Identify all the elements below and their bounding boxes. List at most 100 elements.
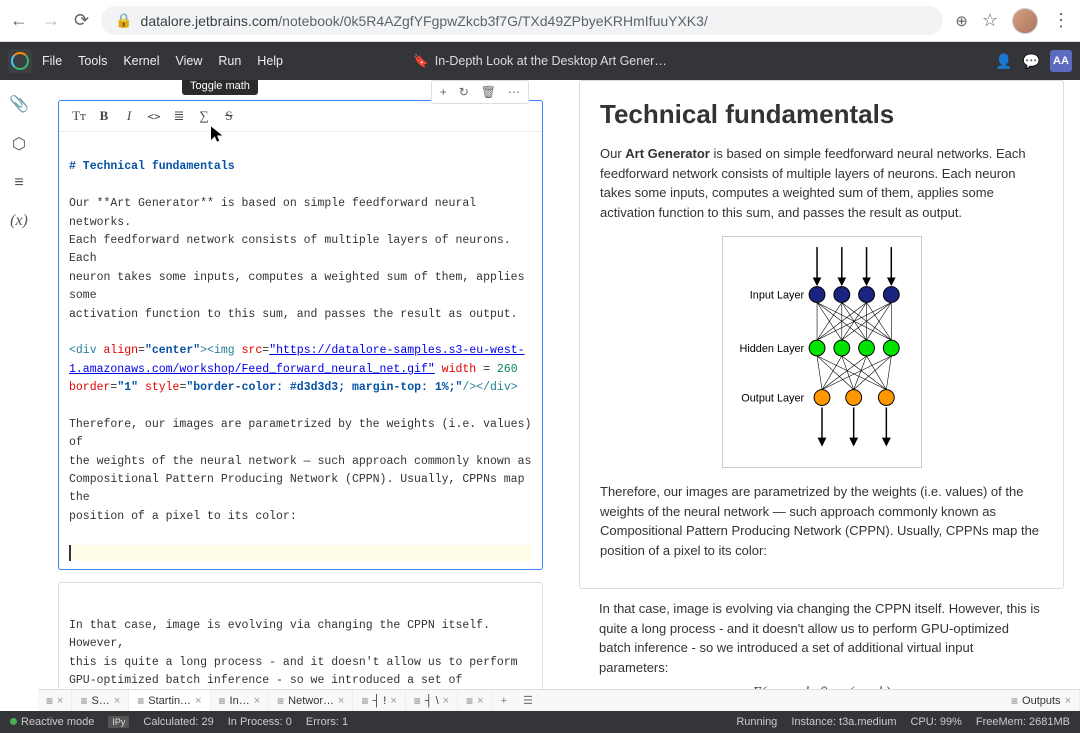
datalore-logo[interactable] bbox=[8, 49, 32, 73]
outline-icon[interactable]: ≡ bbox=[14, 174, 23, 192]
search-icon[interactable]: ⊕ bbox=[955, 12, 968, 30]
tab-icon: ≡ bbox=[466, 694, 473, 708]
md-paragraph: Our **Art Generator** is based on simple… bbox=[69, 197, 531, 320]
instance-status[interactable]: Instance: t3a.medium bbox=[791, 716, 896, 728]
run-cell-button[interactable]: ↻ bbox=[455, 83, 473, 101]
menu-help[interactable]: Help bbox=[257, 54, 283, 68]
close-icon[interactable]: × bbox=[195, 695, 201, 707]
mem-status: FreeMem: 2681MB bbox=[976, 716, 1070, 728]
browser-menu-icon[interactable]: ⋮ bbox=[1052, 10, 1070, 31]
html-val: "1" bbox=[117, 381, 138, 394]
format-toolbar: Tт B I <> ≣ ∑ S bbox=[59, 101, 542, 132]
variables-icon[interactable]: (x) bbox=[10, 212, 28, 230]
preview-paragraph: Our Art Generator is based on simple fee… bbox=[600, 144, 1043, 222]
menu-run[interactable]: Run bbox=[218, 54, 241, 68]
cpu-status: CPU: 99% bbox=[910, 716, 961, 728]
tab-icon: ≡ bbox=[361, 694, 368, 708]
tab-item[interactable]: ≡Networ…× bbox=[269, 690, 353, 711]
tab-icon: ≡ bbox=[219, 694, 226, 708]
md-paragraph: In that case, image is evolving via chan… bbox=[69, 619, 518, 691]
menu-kernel[interactable]: Kernel bbox=[123, 54, 159, 68]
reactive-mode-status[interactable]: Reactive mode bbox=[10, 716, 94, 728]
address-bar[interactable]: 🔒 datalore.jetbrains.com/notebook/0k5R4A… bbox=[101, 6, 943, 35]
add-cell-button[interactable]: + bbox=[436, 83, 451, 101]
menu-view[interactable]: View bbox=[175, 54, 202, 68]
preview-pane: Technical fundamentals Our Art Generator… bbox=[559, 80, 1080, 691]
html-attr: align bbox=[104, 344, 139, 357]
svg-text:Output Layer: Output Layer bbox=[741, 393, 804, 405]
html-num: 260 bbox=[497, 363, 518, 376]
tab-icon: ≡ bbox=[80, 694, 87, 708]
close-icon[interactable]: × bbox=[390, 695, 396, 707]
package-icon[interactable]: ⬡ bbox=[12, 134, 26, 154]
close-icon[interactable]: × bbox=[477, 695, 483, 707]
running-status: Running bbox=[736, 716, 777, 728]
app-menubar: File Tools Kernel View Run Help 🔖 In-Dep… bbox=[0, 42, 1080, 80]
more-actions-button[interactable]: ⋯ bbox=[504, 83, 524, 101]
star-icon[interactable]: ☆ bbox=[982, 10, 998, 31]
tab-item[interactable]: ≡In…× bbox=[211, 690, 270, 711]
neural-network-figure: Input Layer Hidden Layer bbox=[722, 236, 922, 468]
tab-item[interactable]: ≡S…× bbox=[72, 690, 129, 711]
preview-paragraph: Therefore, our images are parametrized b… bbox=[600, 482, 1043, 560]
add-tab-button[interactable]: + bbox=[493, 695, 515, 707]
attachments-icon[interactable]: 📎 bbox=[9, 94, 29, 114]
html-tag: <div bbox=[69, 344, 104, 357]
close-icon[interactable]: × bbox=[443, 695, 449, 707]
editor-pane: Toggle math + ↻ 🗑 ⋯ Tт B I <> ≣ ∑ S # T bbox=[38, 80, 559, 691]
html-val: "border-color: #d3d3d3; margin-top: 1%;" bbox=[186, 381, 462, 394]
math-button[interactable]: ∑ bbox=[192, 105, 216, 127]
text-type-button[interactable]: Tт bbox=[67, 105, 91, 127]
list-button[interactable]: ≣ bbox=[167, 105, 191, 127]
comment-icon[interactable]: 💬 bbox=[1023, 53, 1040, 70]
user-avatar[interactable]: AA bbox=[1050, 50, 1072, 72]
italic-button[interactable]: I bbox=[117, 105, 141, 127]
show-all-tabs-button[interactable]: ☰ bbox=[515, 694, 541, 707]
tab-item[interactable]: ≡┤ !× bbox=[353, 690, 405, 711]
outputs-tab[interactable]: ≡Outputs× bbox=[1003, 690, 1080, 711]
forward-icon[interactable]: → bbox=[42, 10, 60, 31]
document-title[interactable]: In-Depth Look at the Desktop Art Gener… bbox=[435, 54, 667, 68]
menu-file[interactable]: File bbox=[42, 54, 62, 68]
rendered-cell: Technical fundamentals Our Art Generator… bbox=[579, 80, 1064, 589]
tab-item[interactable]: ≡× bbox=[38, 690, 72, 711]
url-domain: datalore.jetbrains.com bbox=[141, 13, 279, 29]
tab-item[interactable]: ≡┤ \× bbox=[406, 690, 458, 711]
close-icon[interactable]: × bbox=[57, 695, 63, 707]
markdown-cell-active[interactable]: Tт B I <> ≣ ∑ S # Technical fundamentals… bbox=[58, 100, 543, 570]
close-icon[interactable]: × bbox=[254, 695, 260, 707]
html-attr: src bbox=[242, 344, 263, 357]
status-bar: Reactive mode IPy Calculated: 29 In Proc… bbox=[0, 711, 1080, 733]
toggle-math-tooltip: Toggle math bbox=[182, 80, 258, 95]
close-icon[interactable]: × bbox=[114, 695, 120, 707]
lock-icon: 🔒 bbox=[115, 12, 132, 29]
caret-line bbox=[69, 545, 532, 561]
strike-button[interactable]: S bbox=[217, 105, 241, 127]
bookmark-icon[interactable]: 🔖 bbox=[413, 54, 429, 69]
tab-item[interactable]: ≡Startin…× bbox=[129, 690, 210, 711]
delete-cell-button[interactable]: 🗑 bbox=[477, 83, 500, 101]
reload-icon[interactable]: ⟳ bbox=[74, 10, 89, 31]
back-icon[interactable]: ← bbox=[10, 10, 28, 31]
svg-text:Input Layer: Input Layer bbox=[749, 290, 804, 302]
md-paragraph: Therefore, our images are parametrized b… bbox=[69, 418, 538, 523]
bold-button[interactable]: B bbox=[92, 105, 116, 127]
code-button[interactable]: <> bbox=[142, 105, 166, 127]
tab-icon: ≡ bbox=[277, 694, 284, 708]
preview-heading: Technical fundamentals bbox=[600, 99, 1043, 130]
markdown-cell[interactable]: In that case, image is evolving via chan… bbox=[58, 582, 543, 691]
left-rail: 📎 ⬡ ≡ (x) bbox=[0, 80, 38, 691]
cell-editor[interactable]: # Technical fundamentals Our **Art Gener… bbox=[59, 132, 542, 569]
share-icon[interactable]: 👤 bbox=[995, 53, 1012, 70]
tab-icon: ≡ bbox=[46, 694, 53, 708]
tab-icon: ≡ bbox=[137, 694, 144, 708]
tab-item[interactable]: ≡× bbox=[458, 690, 492, 711]
cell-editor[interactable]: In that case, image is evolving via chan… bbox=[59, 583, 542, 691]
browser-toolbar: ← → ⟳ 🔒 datalore.jetbrains.com/notebook/… bbox=[0, 0, 1080, 42]
profile-avatar[interactable] bbox=[1012, 8, 1038, 34]
close-icon[interactable]: × bbox=[338, 695, 344, 707]
close-icon[interactable]: × bbox=[1065, 695, 1071, 707]
menu-tools[interactable]: Tools bbox=[78, 54, 107, 68]
errors-status[interactable]: Errors: 1 bbox=[306, 716, 348, 728]
calculated-status: Calculated: 29 bbox=[143, 716, 213, 728]
